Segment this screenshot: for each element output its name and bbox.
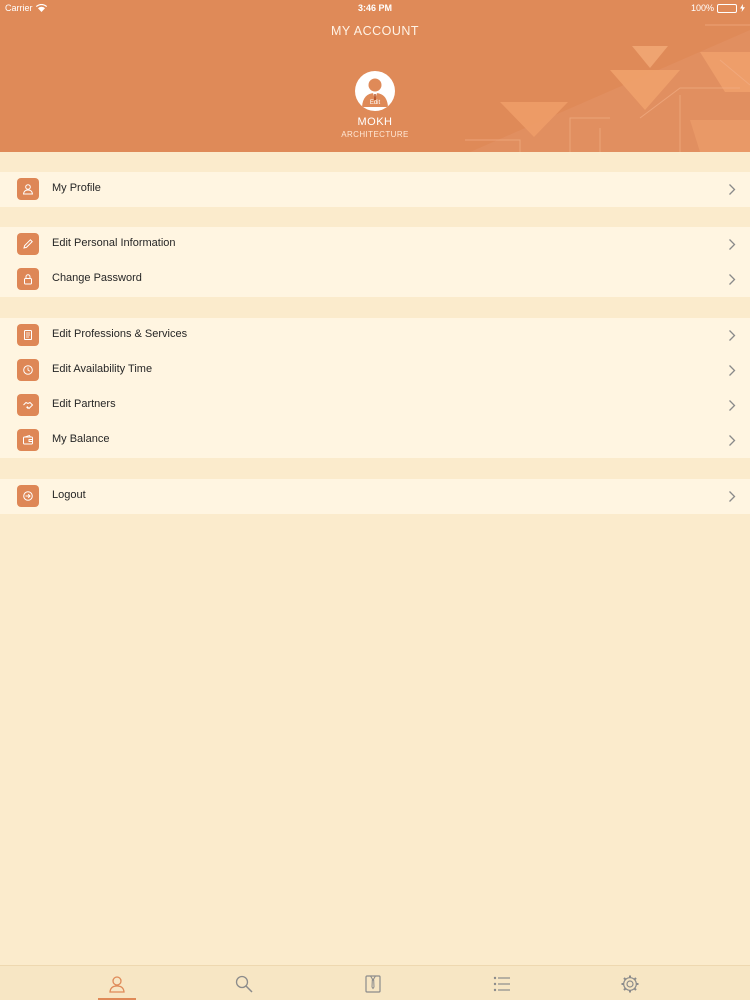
tab-account[interactable] bbox=[97, 966, 137, 1000]
page-title: MY ACCOUNT bbox=[330, 24, 420, 38]
menu-item-edit-partners[interactable]: Edit Partners bbox=[0, 388, 750, 423]
menu-item-logout[interactable]: Logout bbox=[0, 479, 750, 514]
battery-indicator: 100% bbox=[691, 3, 745, 13]
menu-item-my-balance[interactable]: My Balance bbox=[0, 423, 750, 458]
menu-group-professional: Edit Professions & Services Edit Availab… bbox=[0, 318, 750, 458]
battery-percent: 100% bbox=[690, 3, 714, 13]
user-icon bbox=[109, 975, 125, 993]
clock-icon bbox=[17, 359, 39, 381]
menu-item-my-profile[interactable]: My Profile bbox=[0, 172, 750, 207]
menu-item-label: Edit Personal Information bbox=[52, 237, 176, 249]
menu-item-edit-professions-services[interactable]: Edit Professions & Services bbox=[0, 318, 750, 353]
lock-icon bbox=[17, 268, 39, 290]
menu-item-edit-personal-information[interactable]: Edit Personal Information bbox=[0, 227, 750, 262]
handshake-icon bbox=[17, 394, 39, 416]
tab-search[interactable] bbox=[224, 966, 264, 1000]
menu-item-change-password[interactable]: Change Password bbox=[0, 262, 750, 297]
tab-bar bbox=[0, 965, 750, 1000]
logout-icon bbox=[17, 485, 39, 507]
account-header: Carrier 3:46 PM 100% MY ACCOUNT Edit MOK… bbox=[0, 0, 750, 152]
status-bar: Carrier 3:46 PM 100% bbox=[0, 0, 750, 16]
chevron-right-icon bbox=[729, 491, 736, 502]
chevron-right-icon bbox=[729, 239, 736, 250]
user-role: ARCHITECTURE bbox=[341, 130, 409, 139]
document-icon bbox=[17, 324, 39, 346]
chevron-right-icon bbox=[729, 400, 736, 411]
gear-icon bbox=[621, 975, 639, 992]
menu-group-profile: My Profile bbox=[0, 172, 750, 207]
chevron-right-icon bbox=[729, 184, 736, 195]
menu-item-label: Edit Partners bbox=[52, 398, 116, 410]
chevron-right-icon bbox=[729, 365, 736, 376]
tab-list[interactable] bbox=[482, 966, 522, 1000]
menu-item-label: Edit Availability Time bbox=[52, 363, 153, 375]
menu-item-label: My Balance bbox=[52, 433, 110, 445]
chevron-right-icon bbox=[729, 435, 736, 446]
menu-item-label: Edit Professions & Services bbox=[52, 328, 188, 340]
user-name: MOKH bbox=[357, 116, 393, 128]
pencil-icon bbox=[17, 233, 39, 255]
battery-icon bbox=[717, 3, 737, 13]
menu-item-label: Logout bbox=[52, 489, 86, 501]
clock: 3:46 PM bbox=[357, 3, 392, 13]
menu-item-label: My Profile bbox=[52, 182, 101, 194]
wallet-icon bbox=[17, 429, 39, 451]
chevron-right-icon bbox=[729, 274, 736, 285]
search-icon bbox=[235, 975, 253, 993]
menu-group-session: Logout bbox=[0, 479, 750, 514]
avatar-edit-badge[interactable]: Edit bbox=[355, 100, 395, 106]
menu-item-edit-availability-time[interactable]: Edit Availability Time bbox=[0, 353, 750, 388]
charging-icon bbox=[740, 4, 745, 12]
menu-group-account: Edit Personal Information Change Passwor… bbox=[0, 227, 750, 297]
avatar[interactable]: Edit bbox=[355, 71, 395, 111]
user-icon bbox=[17, 178, 39, 200]
list-icon bbox=[493, 976, 510, 991]
menu-item-label: Change Password bbox=[52, 272, 142, 284]
shirt-icon bbox=[365, 974, 381, 993]
chevron-right-icon bbox=[729, 330, 736, 341]
tab-settings[interactable] bbox=[610, 966, 650, 1000]
tab-services[interactable] bbox=[353, 966, 393, 1000]
